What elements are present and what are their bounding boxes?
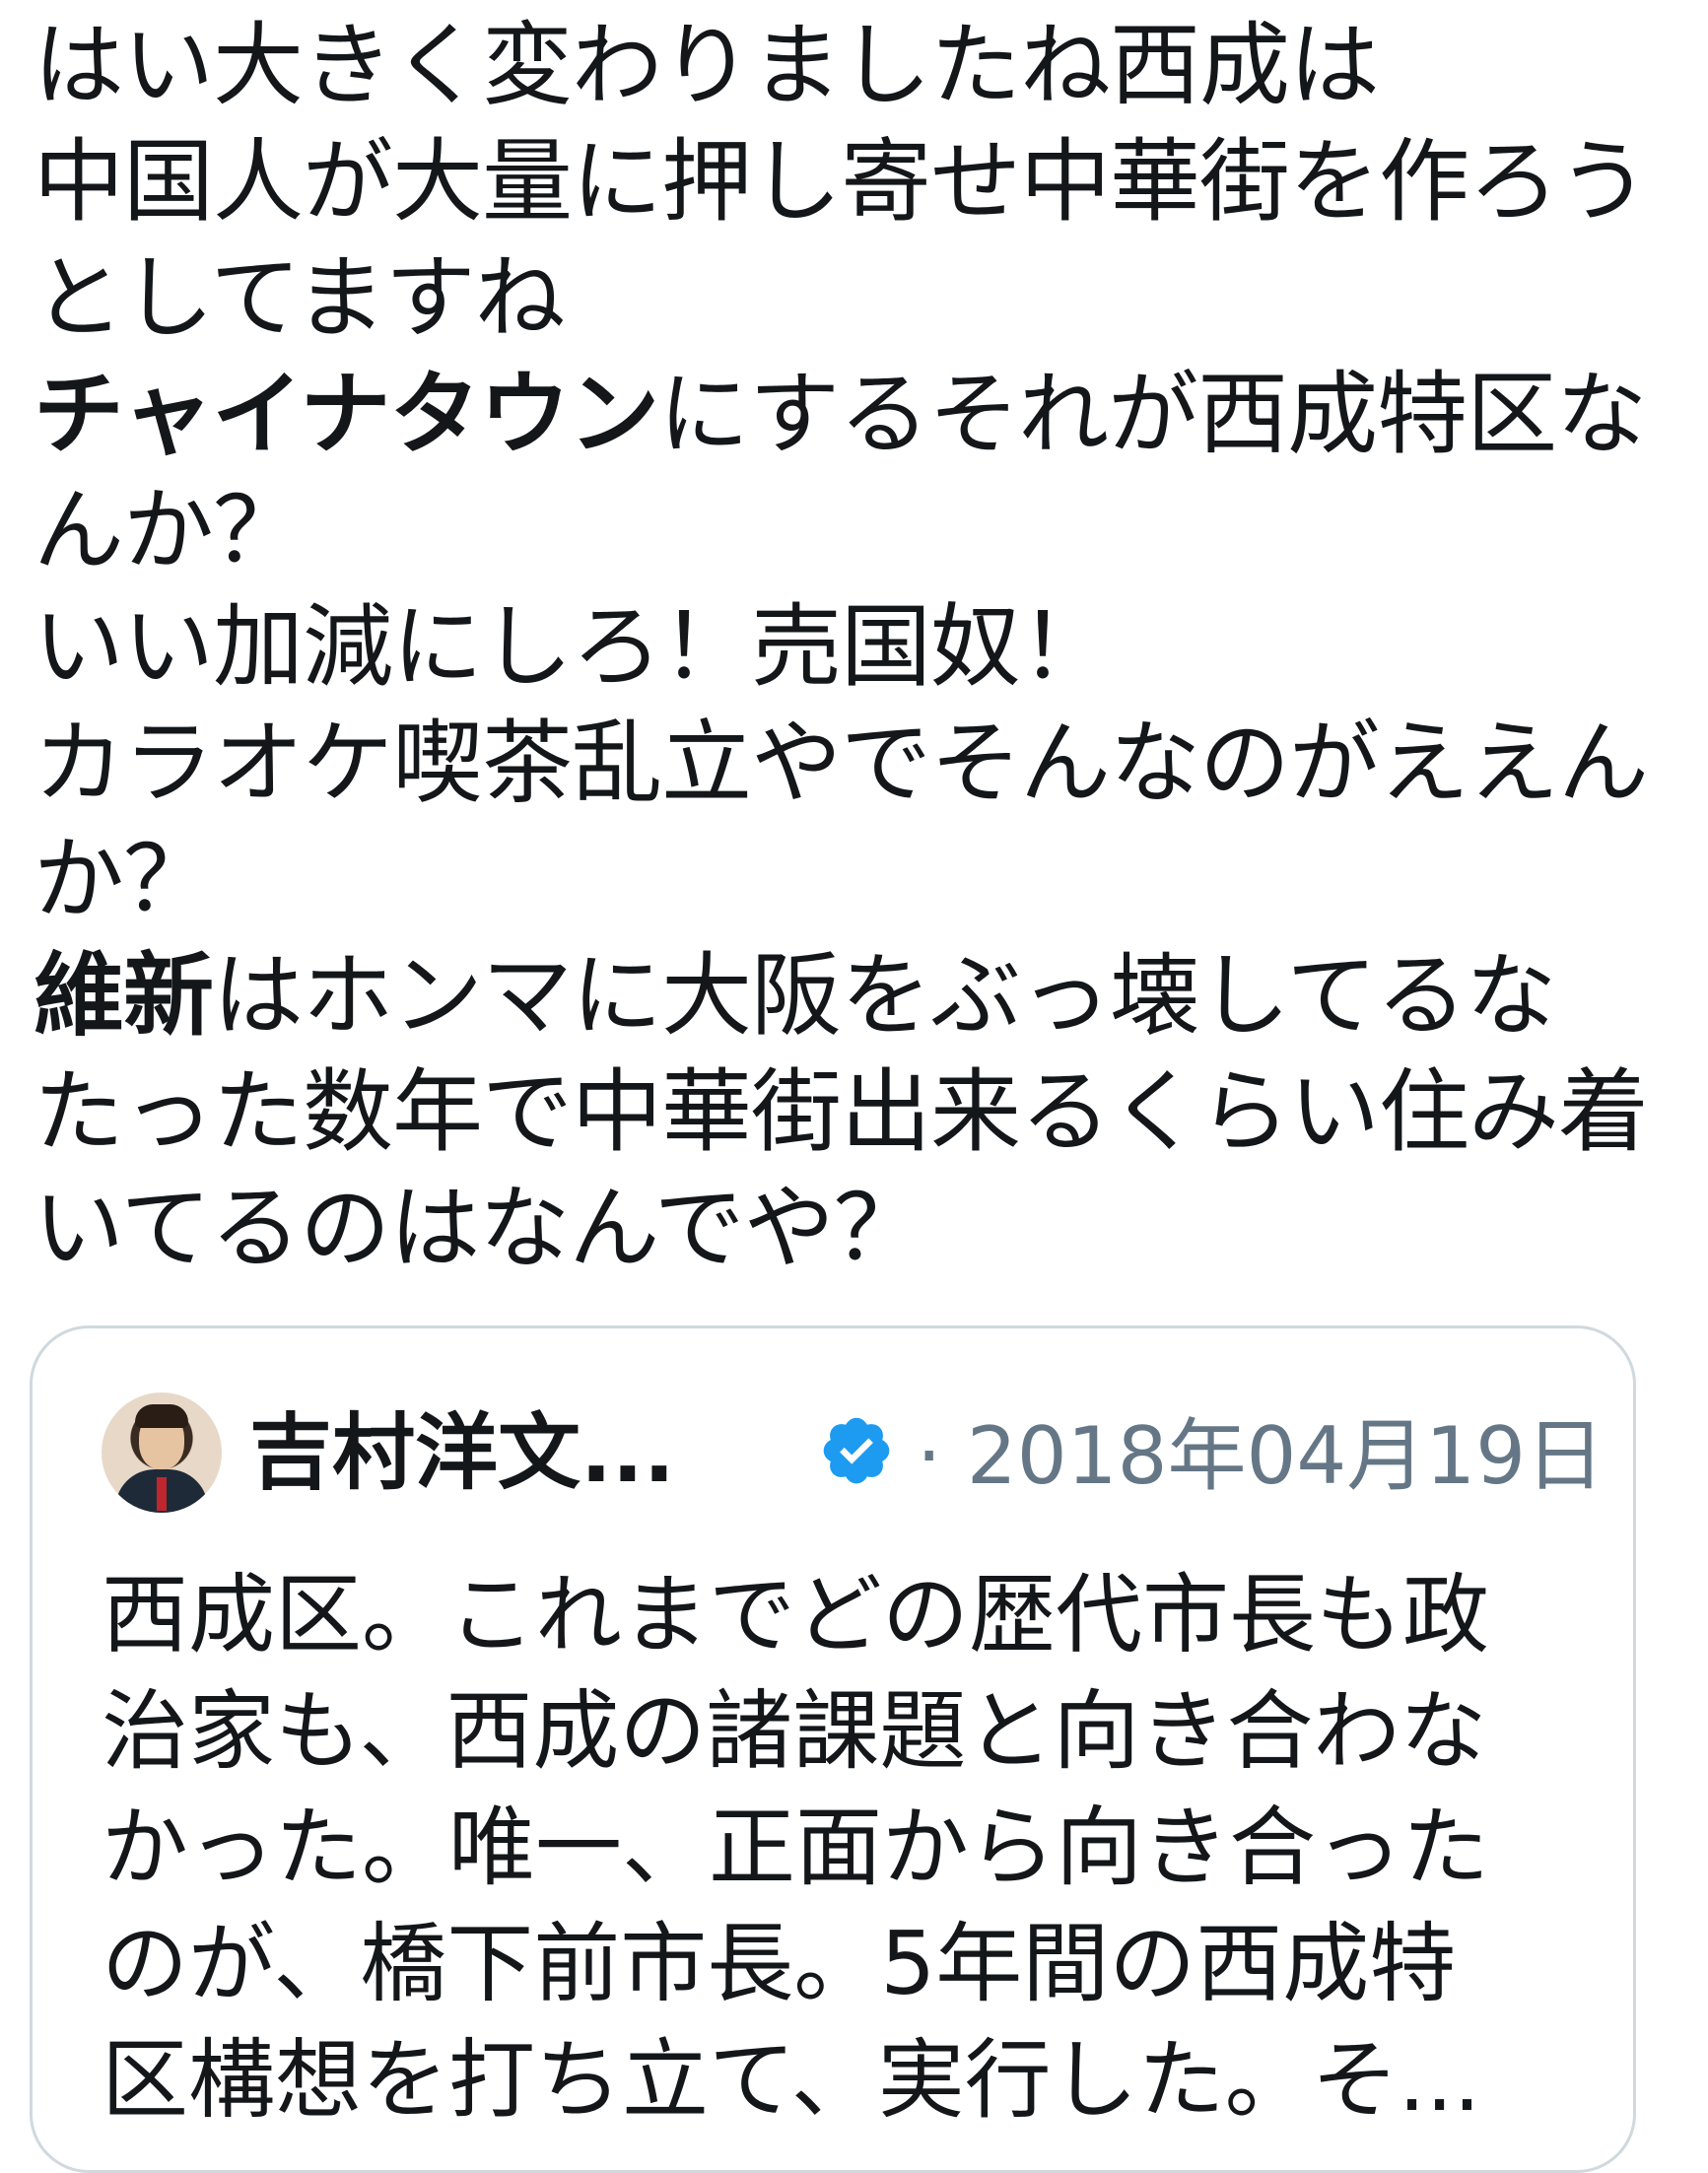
tweet-line: カラオケ喫茶乱立やでそんなのがええん: [34, 711, 1649, 816]
tweet-line: たった数年で中華街出来るくらい住み着: [34, 1059, 1649, 1165]
quoted-tweet-card[interactable]: 吉村洋文... · 2018年04月19日 西成区。これまでどの歴代市長も政 治…: [30, 1325, 1636, 2173]
tweet-text: はい大きく変わりましたね西成は 中国人が大量に押し寄せ中華街を作ろう としてます…: [34, 8, 1689, 1287]
tweet-line: 維新はホンマに大阪をぶっ壊してるな: [34, 938, 1689, 1054]
quote-line: 治家も、西成の諸課題と向き合わな: [102, 1680, 1487, 1782]
tweet-line: んか？: [34, 478, 304, 583]
tweet-date[interactable]: · 2018年04月19日: [917, 1402, 1605, 1511]
tweet-line: はい大きく変わりましたね西成は: [34, 13, 1380, 118]
tweet-line: いい加減にしろ！売国奴！: [34, 594, 1111, 700]
quote-line: かった。唯一、正面から向き合った: [102, 1797, 1490, 1898]
verified-badge-icon: [823, 1417, 890, 1484]
tweet-line: か？: [34, 827, 214, 932]
tweet-line-rest: にするそれが西成特区な: [658, 362, 1647, 467]
bold-ishin: 維新: [34, 943, 214, 1049]
tweet-line-rest: はホンマに大阪をぶっ壊してるな: [213, 943, 1556, 1049]
tweet-line: いてるのはなんでや？: [34, 1176, 924, 1281]
tweet: はい大きく変わりましたね西成は 中国人が大量に押し寄せ中華街を作ろう としてます…: [0, 0, 1708, 2173]
quoted-tweet-text: 西成区。これまでどの歴代市長も政 治家も、西成の諸課題と向き合わな かった。唯一…: [102, 1557, 1560, 2139]
tweet-line: チャイナタウンにするそれが西成特区な: [34, 357, 1689, 473]
tweet-line: としてますね: [34, 245, 566, 351]
date-text: 2018年04月19日: [966, 1410, 1606, 1502]
quote-line: のが、橋下前市長。5年間の西成特: [102, 1913, 1457, 2014]
tweet-line: 中国人が大量に押し寄せ中華街を作ろう: [34, 129, 1649, 235]
author-name[interactable]: 吉村洋文...: [249, 1398, 675, 1507]
separator-dot: ·: [917, 1410, 942, 1502]
bold-chinatown: チャイナタウン: [34, 362, 659, 467]
quote-line: 西成区。これまでどの歴代市長も政: [102, 1564, 1490, 1665]
quote-line: 区構想を打ち立て、実行した。そ...: [102, 2029, 1481, 2131]
quoted-tweet-header: 吉村洋文... · 2018年04月19日: [102, 1392, 1619, 1516]
avatar[interactable]: [102, 1392, 222, 1513]
